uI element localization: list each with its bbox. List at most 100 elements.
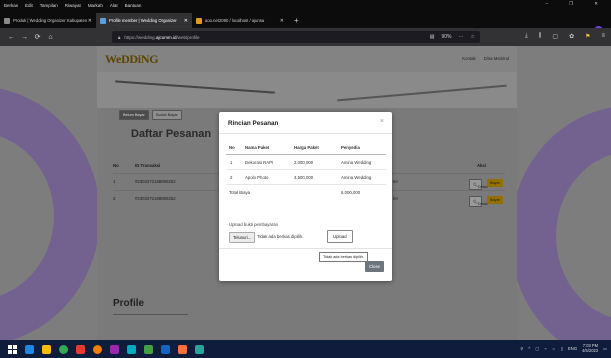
menu-bar: Berkas Edit Tampilan Riwayat Markah Alat… [0, 0, 611, 11]
upload-button[interactable]: Upload [327, 230, 353, 243]
tab-favicon [100, 17, 106, 24]
detail-button[interactable]: 🔍︎ Detail [469, 179, 488, 190]
network-icon[interactable]: ▢ [535, 346, 539, 351]
clock-date: 4/5/2023 [582, 348, 599, 353]
navigation-bar: ← → ⟳ ⌂ 🔒︎ https://wedding. ajcomm.id /w… [0, 28, 611, 46]
nav-user-menu[interactable]: Dina Maitrind [484, 56, 509, 61]
vscode-icon[interactable] [161, 344, 170, 354]
zoom-level[interactable]: 90% [442, 34, 452, 40]
file-status-text: Tidak ada berkas dipilih. [257, 234, 304, 239]
col-aksi: Aksi [477, 163, 487, 168]
hamburger-menu-icon[interactable]: ≡ [601, 33, 605, 40]
cell-no: 1 [230, 160, 233, 165]
col-no: No [229, 145, 235, 150]
close-window-icon[interactable]: ✕ [594, 1, 598, 7]
reload-icon[interactable]: ⟳ [31, 33, 44, 41]
cell-nama: Dekorasi RAPI [245, 160, 274, 165]
table-row: 1 Dekorasi RAPI 2,000,000 Amina Wedding [226, 155, 386, 170]
sidebar-icon[interactable]: ▢ [552, 33, 558, 40]
bookmark-star-icon[interactable]: ☆ [471, 34, 475, 40]
status-tabs: Belum Bayar Sudah Bayar [119, 110, 182, 120]
forward-icon[interactable]: → [18, 34, 31, 41]
order-details-modal: Rincian Pesanan × No Nama Paket Harga Pa… [219, 112, 392, 281]
row-id: #2303272188898252 [135, 196, 176, 201]
menu-riwayat[interactable]: Riwayat [65, 3, 81, 8]
tab-belum-bayar[interactable]: Belum Bayar [119, 110, 149, 120]
extension-icon[interactable]: ✿ [569, 33, 574, 40]
url-bar[interactable]: 🔒︎ https://wedding. ajcomm.id /web/profi… [112, 31, 480, 43]
chrome-icon[interactable] [59, 344, 68, 354]
decorative-ring [0, 86, 100, 340]
extension-flag-icon[interactable]: ⚑ [585, 33, 590, 40]
library-icon[interactable]: ⫼ [539, 33, 542, 40]
clock[interactable]: 7:03 PM 4/5/2023 [582, 343, 598, 353]
notification-icon[interactable]: ▭ [603, 346, 607, 351]
app-icon[interactable] [76, 344, 85, 354]
file-browse-button[interactable]: Telusuri... [229, 232, 256, 243]
menu-tampilan[interactable]: Tampilan [40, 3, 58, 8]
app-icon[interactable] [127, 344, 136, 354]
minimize-icon[interactable]: – [546, 1, 549, 7]
tab-title: aoo.net2090 / localhost / ajunsa [205, 18, 265, 23]
menu-bantuan[interactable]: Bantuan [125, 3, 142, 8]
system-tray: ⚲ ^ ▢ ⌁ ☼ ▯ ENG 7:03 PM 4/5/2023 ▭ [520, 343, 607, 353]
tab-phpmyadmin[interactable]: aoo.net2090 / localhost / ajunsa ✕ [192, 13, 288, 28]
app-icon[interactable] [144, 344, 153, 354]
back-icon[interactable]: ← [5, 34, 18, 41]
windows-start-icon[interactable] [8, 344, 17, 354]
cell-penyedia: Amina Wedding [341, 160, 372, 165]
close-button[interactable]: Close [365, 261, 384, 272]
brightness-icon[interactable]: ☼ [552, 346, 556, 351]
volume-icon[interactable]: ⌁ [544, 346, 547, 351]
more-icon[interactable]: ··· [459, 34, 464, 40]
cell-nama: Apolo Photo [245, 175, 269, 180]
tab-bar: Produk | Wedding Organizer Kabupaten ✕ P… [0, 11, 611, 35]
col-id-transaksi: ID Transaksi [135, 163, 161, 168]
cell-harga: 2,000,000 [294, 160, 314, 165]
nav-kontak[interactable]: Kontak [462, 56, 475, 61]
bayar-button[interactable]: Bayar [487, 179, 503, 187]
menu-alat[interactable]: Alat [110, 3, 118, 8]
close-tab-icon[interactable]: ✕ [88, 18, 92, 24]
site-logo[interactable]: WeDDiNG [105, 52, 159, 67]
file-tooltip: Tidak ada berkas dipilih. [319, 252, 368, 262]
tab-profile-member[interactable]: Profile member | Wedding Organizer ✕ [96, 13, 192, 28]
app-icon[interactable] [178, 344, 187, 354]
banner-stripe [337, 84, 507, 102]
url-domain: ajcomm.id [155, 34, 177, 40]
order-items-table: No Nama Paket Harga Paket Penyedia 1 Dek… [226, 140, 386, 200]
file-explorer-icon[interactable] [42, 344, 51, 354]
home-icon[interactable]: ⌂ [44, 34, 57, 41]
menu-edit[interactable]: Edit [25, 3, 33, 8]
tab-sudah-bayar[interactable]: Sudah Bayar [151, 110, 182, 120]
window-controls: – ❐ ✕ [546, 1, 605, 7]
total-row: Total Biaya 6,000,000 [226, 185, 386, 200]
url-prefix: https://wedding. [124, 34, 156, 40]
table-header-row: No Nama Paket Harga Paket Penyedia [226, 140, 386, 155]
tab-produk[interactable]: Produk | Wedding Organizer Kabupaten ✕ [0, 13, 96, 28]
reader-icon[interactable]: ▤ [430, 34, 435, 40]
firefox-icon[interactable] [93, 344, 102, 354]
download-icon[interactable]: ⤓ [525, 33, 528, 40]
people-icon[interactable]: ⚲ [520, 346, 523, 351]
close-icon[interactable]: × [380, 118, 384, 125]
bayar-button[interactable]: Bayar [487, 196, 503, 204]
app-icon[interactable] [110, 344, 119, 354]
menu-markah[interactable]: Markah [88, 3, 103, 8]
app-icon[interactable] [195, 344, 204, 354]
modal-header: Rincian Pesanan × [219, 112, 392, 134]
new-tab-button[interactable]: + [288, 13, 305, 28]
detail-button[interactable]: 🔍︎ Detail [469, 196, 488, 207]
cell-no: 2 [230, 175, 233, 180]
language-indicator[interactable]: ENG [568, 346, 577, 351]
search-icon[interactable] [25, 344, 34, 354]
col-nama-paket: Nama Paket [245, 145, 270, 150]
site-header: WeDDiNG Kontak Dina Maitrind [97, 46, 517, 72]
menu-berkas[interactable]: Berkas [4, 3, 18, 8]
close-tab-icon[interactable]: ✕ [280, 18, 284, 24]
maximize-icon[interactable]: ❐ [569, 1, 573, 7]
chevron-up-icon[interactable]: ^ [528, 346, 530, 351]
row-no: 1 [113, 179, 116, 184]
battery-icon[interactable]: ▯ [561, 346, 563, 351]
close-tab-icon[interactable]: ✕ [184, 18, 188, 24]
